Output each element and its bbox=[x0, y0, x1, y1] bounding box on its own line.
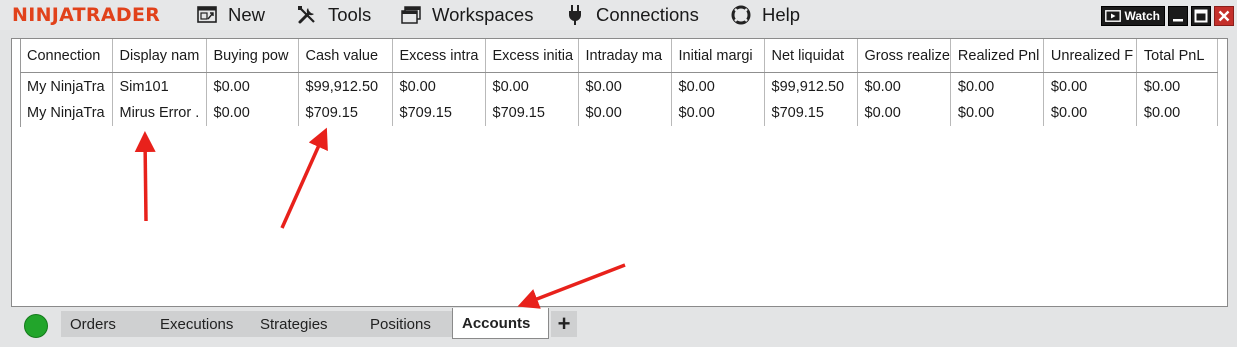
column-header[interactable]: Excess initia bbox=[485, 39, 579, 73]
table-cell: $0.00 bbox=[206, 72, 299, 100]
column-header[interactable]: Connection bbox=[20, 39, 113, 73]
watch-button[interactable]: Watch bbox=[1101, 6, 1165, 26]
table-cell: $0.00 bbox=[857, 72, 951, 100]
bottom-tab-bar: Orders Executions Strategies Positions A… bbox=[0, 308, 1237, 347]
table-cell: $0.00 bbox=[392, 72, 486, 100]
workspaces-icon bbox=[401, 6, 421, 24]
table-cell: My NinjaTra bbox=[20, 100, 113, 126]
table-cell: $0.00 bbox=[1136, 100, 1218, 126]
maximize-icon bbox=[1194, 9, 1208, 23]
menu-connections-label: Connections bbox=[596, 4, 699, 25]
tab-positions[interactable]: Positions bbox=[361, 311, 452, 337]
column-header[interactable]: Excess intra bbox=[392, 39, 486, 73]
menu-help-label: Help bbox=[762, 4, 801, 25]
ninjatrader-logo: NINJATRADER bbox=[12, 4, 161, 26]
table-cell: $0.00 bbox=[950, 100, 1044, 126]
tv-icon bbox=[1105, 10, 1122, 22]
tab-executions[interactable]: Executions bbox=[151, 311, 251, 337]
minimize-button[interactable] bbox=[1168, 6, 1188, 26]
column-header[interactable]: Buying pow bbox=[206, 39, 299, 73]
table-cell: My NinjaTra bbox=[20, 72, 113, 100]
table-cell: Mirus Error . bbox=[112, 100, 207, 126]
column-header[interactable]: Unrealized F bbox=[1043, 39, 1137, 73]
column-header[interactable]: Intraday ma bbox=[578, 39, 672, 73]
table-cell: $0.00 bbox=[950, 72, 1044, 100]
menu-workspaces-label: Workspaces bbox=[432, 4, 534, 25]
table-cell: Sim101 bbox=[112, 72, 207, 100]
table-cell: $99,912.50 bbox=[764, 72, 858, 100]
table-cell: $709.15 bbox=[298, 100, 393, 126]
table-cell: $709.15 bbox=[392, 100, 486, 126]
table-cell: $0.00 bbox=[578, 72, 672, 100]
table-cell: $0.00 bbox=[578, 100, 672, 126]
tools-icon bbox=[298, 6, 315, 24]
menu-bar: NINJATRADER New Tools Workspaces Connect… bbox=[0, 0, 1237, 30]
table-cell: $0.00 bbox=[1043, 100, 1137, 126]
menu-new-label: New bbox=[228, 4, 266, 25]
add-tab-button[interactable]: + bbox=[551, 311, 577, 337]
table-cell: $0.00 bbox=[671, 100, 765, 126]
table-cell: $0.00 bbox=[671, 72, 765, 100]
watch-label: Watch bbox=[1124, 9, 1160, 23]
menu-workspaces[interactable]: Workspaces bbox=[400, 3, 533, 27]
column-header[interactable]: Cash value bbox=[298, 39, 393, 73]
table-row[interactable]: My NinjaTra Sim101 $0.00 $99,912.50 $0.0… bbox=[20, 72, 1218, 100]
tab-strategies[interactable]: Strategies bbox=[251, 311, 361, 337]
menu-help[interactable]: Help bbox=[730, 3, 800, 27]
maximize-button[interactable] bbox=[1191, 6, 1211, 26]
menu-new[interactable]: New bbox=[196, 3, 265, 27]
close-button[interactable] bbox=[1214, 6, 1234, 26]
table-cell: $709.15 bbox=[485, 100, 579, 126]
menu-tools-label: Tools bbox=[328, 4, 372, 25]
connection-status-icon[interactable] bbox=[24, 314, 48, 338]
column-header[interactable]: Net liquidat bbox=[764, 39, 858, 73]
column-header[interactable]: Total PnL bbox=[1136, 39, 1218, 73]
table-row[interactable]: My NinjaTra Mirus Error . $0.00 $709.15 … bbox=[20, 100, 1218, 126]
menu-connections[interactable]: Connections bbox=[564, 3, 699, 27]
new-window-icon bbox=[197, 6, 217, 23]
column-header[interactable]: Gross realize bbox=[857, 39, 951, 73]
table-cell: $0.00 bbox=[206, 100, 299, 126]
table-cell: $99,912.50 bbox=[298, 72, 393, 100]
help-lifebuoy-icon bbox=[731, 5, 751, 25]
table-cell: $0.00 bbox=[1043, 72, 1137, 100]
window-controls: Watch bbox=[1101, 6, 1234, 26]
table-cell: $0.00 bbox=[857, 100, 951, 126]
table-cell: $0.00 bbox=[1136, 72, 1218, 100]
column-header[interactable]: Initial margi bbox=[671, 39, 765, 73]
table-cell: $0.00 bbox=[485, 72, 579, 100]
menu-tools[interactable]: Tools bbox=[296, 3, 371, 27]
tab-orders[interactable]: Orders bbox=[61, 311, 151, 337]
table-cell: $709.15 bbox=[764, 100, 858, 126]
table-header-row: Connection Display nam Buying pow Cash v… bbox=[20, 39, 1218, 73]
accounts-grid: Connection Display nam Buying pow Cash v… bbox=[11, 38, 1228, 307]
plug-icon bbox=[569, 5, 581, 25]
accounts-table: Connection Display nam Buying pow Cash v… bbox=[20, 39, 1218, 126]
close-icon bbox=[1218, 10, 1230, 22]
tab-accounts[interactable]: Accounts bbox=[452, 308, 549, 339]
column-header[interactable]: Realized Pnl bbox=[950, 39, 1044, 73]
column-header[interactable]: Display nam bbox=[112, 39, 207, 73]
minimize-icon bbox=[1173, 19, 1183, 22]
